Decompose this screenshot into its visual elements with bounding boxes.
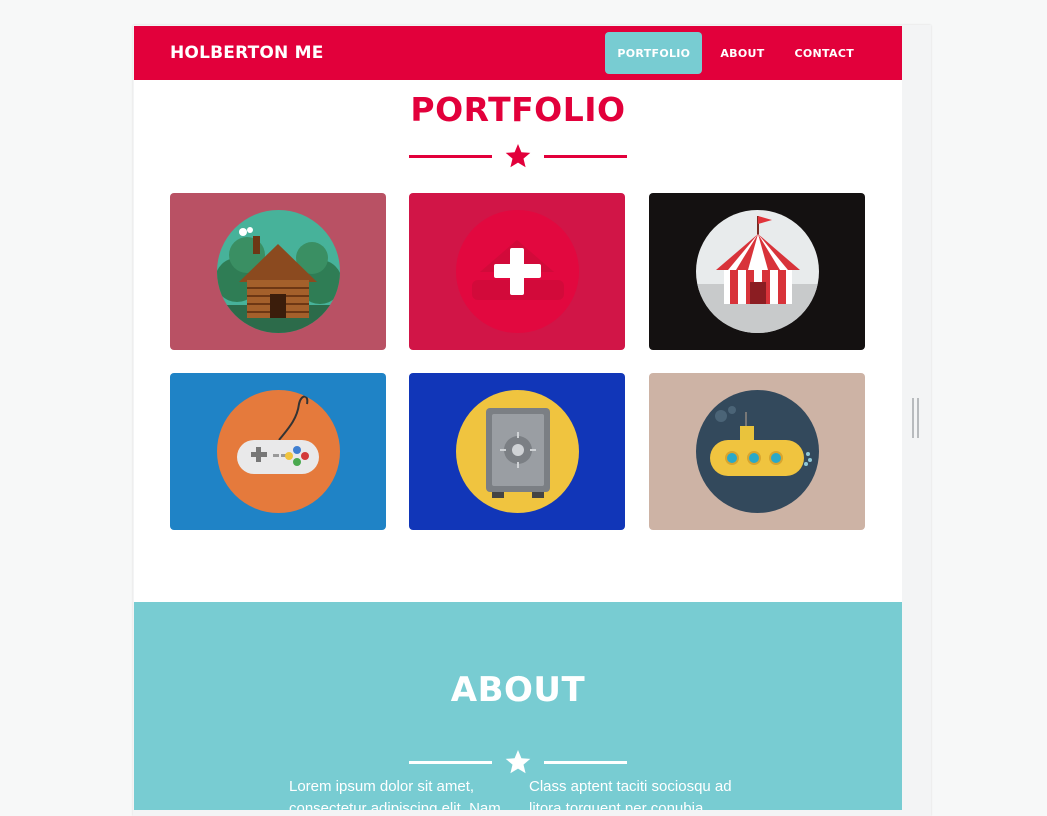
divider-line <box>409 761 492 764</box>
navbar: HOLBERTON ME PORTFOLIO ABOUT CONTACT <box>134 26 902 80</box>
divider-line <box>409 155 492 158</box>
portfolio-title: PORTFOLIO <box>410 90 626 129</box>
about-title: ABOUT <box>450 670 586 710</box>
plus-icon <box>456 210 579 333</box>
portfolio-item-submarine[interactable] <box>649 373 865 530</box>
about-section: ABOUT Lorem ipsum dolor sit amet, consec… <box>134 602 902 810</box>
nav-link-contact[interactable]: CONTACT <box>783 32 866 74</box>
portfolio-item-circus[interactable] <box>649 193 865 350</box>
divider-line <box>544 761 627 764</box>
portfolio-item-gamepad[interactable] <box>170 373 386 530</box>
portfolio-divider <box>409 143 627 169</box>
submarine-icon <box>696 390 819 513</box>
circus-tent-icon <box>696 210 819 333</box>
about-text-left: Lorem ipsum dolor sit amet, consectetur … <box>289 778 501 810</box>
nav-link-portfolio[interactable]: PORTFOLIO <box>605 32 703 74</box>
safe-icon <box>456 390 579 513</box>
portfolio-item-add[interactable] <box>409 193 625 350</box>
nav-link-about[interactable]: ABOUT <box>708 32 776 74</box>
cabin-icon <box>217 210 340 333</box>
gamepad-icon <box>217 390 340 513</box>
star-icon <box>505 750 531 774</box>
nav-links: PORTFOLIO ABOUT CONTACT <box>599 32 866 74</box>
about-divider <box>409 749 627 775</box>
star-icon <box>505 144 531 168</box>
portfolio-item-safe[interactable] <box>409 373 625 530</box>
page: HOLBERTON ME PORTFOLIO ABOUT CONTACT POR… <box>134 26 902 810</box>
divider-line <box>544 155 627 158</box>
portfolio-item-cabin[interactable] <box>170 193 386 350</box>
brand-logo[interactable]: HOLBERTON ME <box>170 43 324 63</box>
scrollbar-handle[interactable] <box>911 398 921 438</box>
about-text-right: Class aptent taciti sociosqu ad litora t… <box>529 778 732 810</box>
